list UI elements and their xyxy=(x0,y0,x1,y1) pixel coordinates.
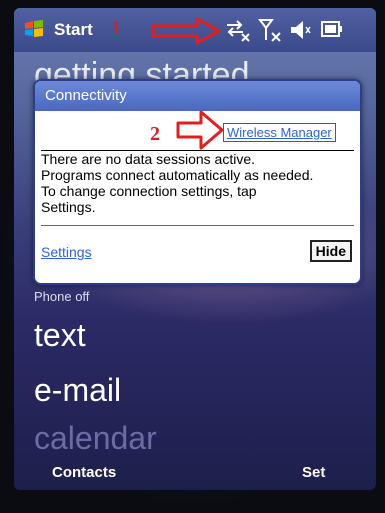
popup-title: Connectivity xyxy=(35,81,360,111)
data-connection-icon[interactable] xyxy=(225,18,251,42)
popup-body: 2 Wireless Manager There are no data ses… xyxy=(35,110,360,281)
title-bar: Start 1 xyxy=(14,8,376,52)
annotation-number-1: 1 xyxy=(111,17,121,39)
message-line: There are no data sessions active. xyxy=(41,151,256,167)
divider xyxy=(41,225,354,226)
home-item-text[interactable]: text xyxy=(34,317,86,354)
annotation-number-2: 2 xyxy=(150,123,160,145)
start-label[interactable]: Start xyxy=(54,20,93,40)
annotation-arrow-icon xyxy=(176,110,224,150)
home-item-email[interactable]: e-mail xyxy=(34,372,121,409)
windows-flag-icon[interactable] xyxy=(24,20,44,38)
message-line: Programs connect automatically as needed… xyxy=(41,167,314,183)
popup-message: There are no data sessions active. Progr… xyxy=(41,151,353,215)
no-signal-icon[interactable] xyxy=(258,18,282,42)
connectivity-popup: Connectivity 2 Wireless Manager There ar… xyxy=(33,79,362,285)
annotation-arrow-icon xyxy=(151,17,221,45)
home-item-calendar[interactable]: calendar xyxy=(34,420,157,457)
message-line: To change connection settings, tap xyxy=(41,183,257,199)
softkey-contacts[interactable]: Contacts xyxy=(52,464,116,481)
message-line: Settings. xyxy=(41,199,96,215)
softkey-set[interactable]: Set xyxy=(302,464,325,481)
speaker-muted-icon[interactable] xyxy=(289,18,311,42)
phone-status-label: Phone off xyxy=(34,289,90,304)
battery-icon[interactable] xyxy=(319,18,343,40)
settings-link[interactable]: Settings xyxy=(41,244,92,260)
hide-button[interactable]: Hide xyxy=(309,240,352,262)
wireless-manager-link[interactable]: Wireless Manager xyxy=(223,123,336,142)
